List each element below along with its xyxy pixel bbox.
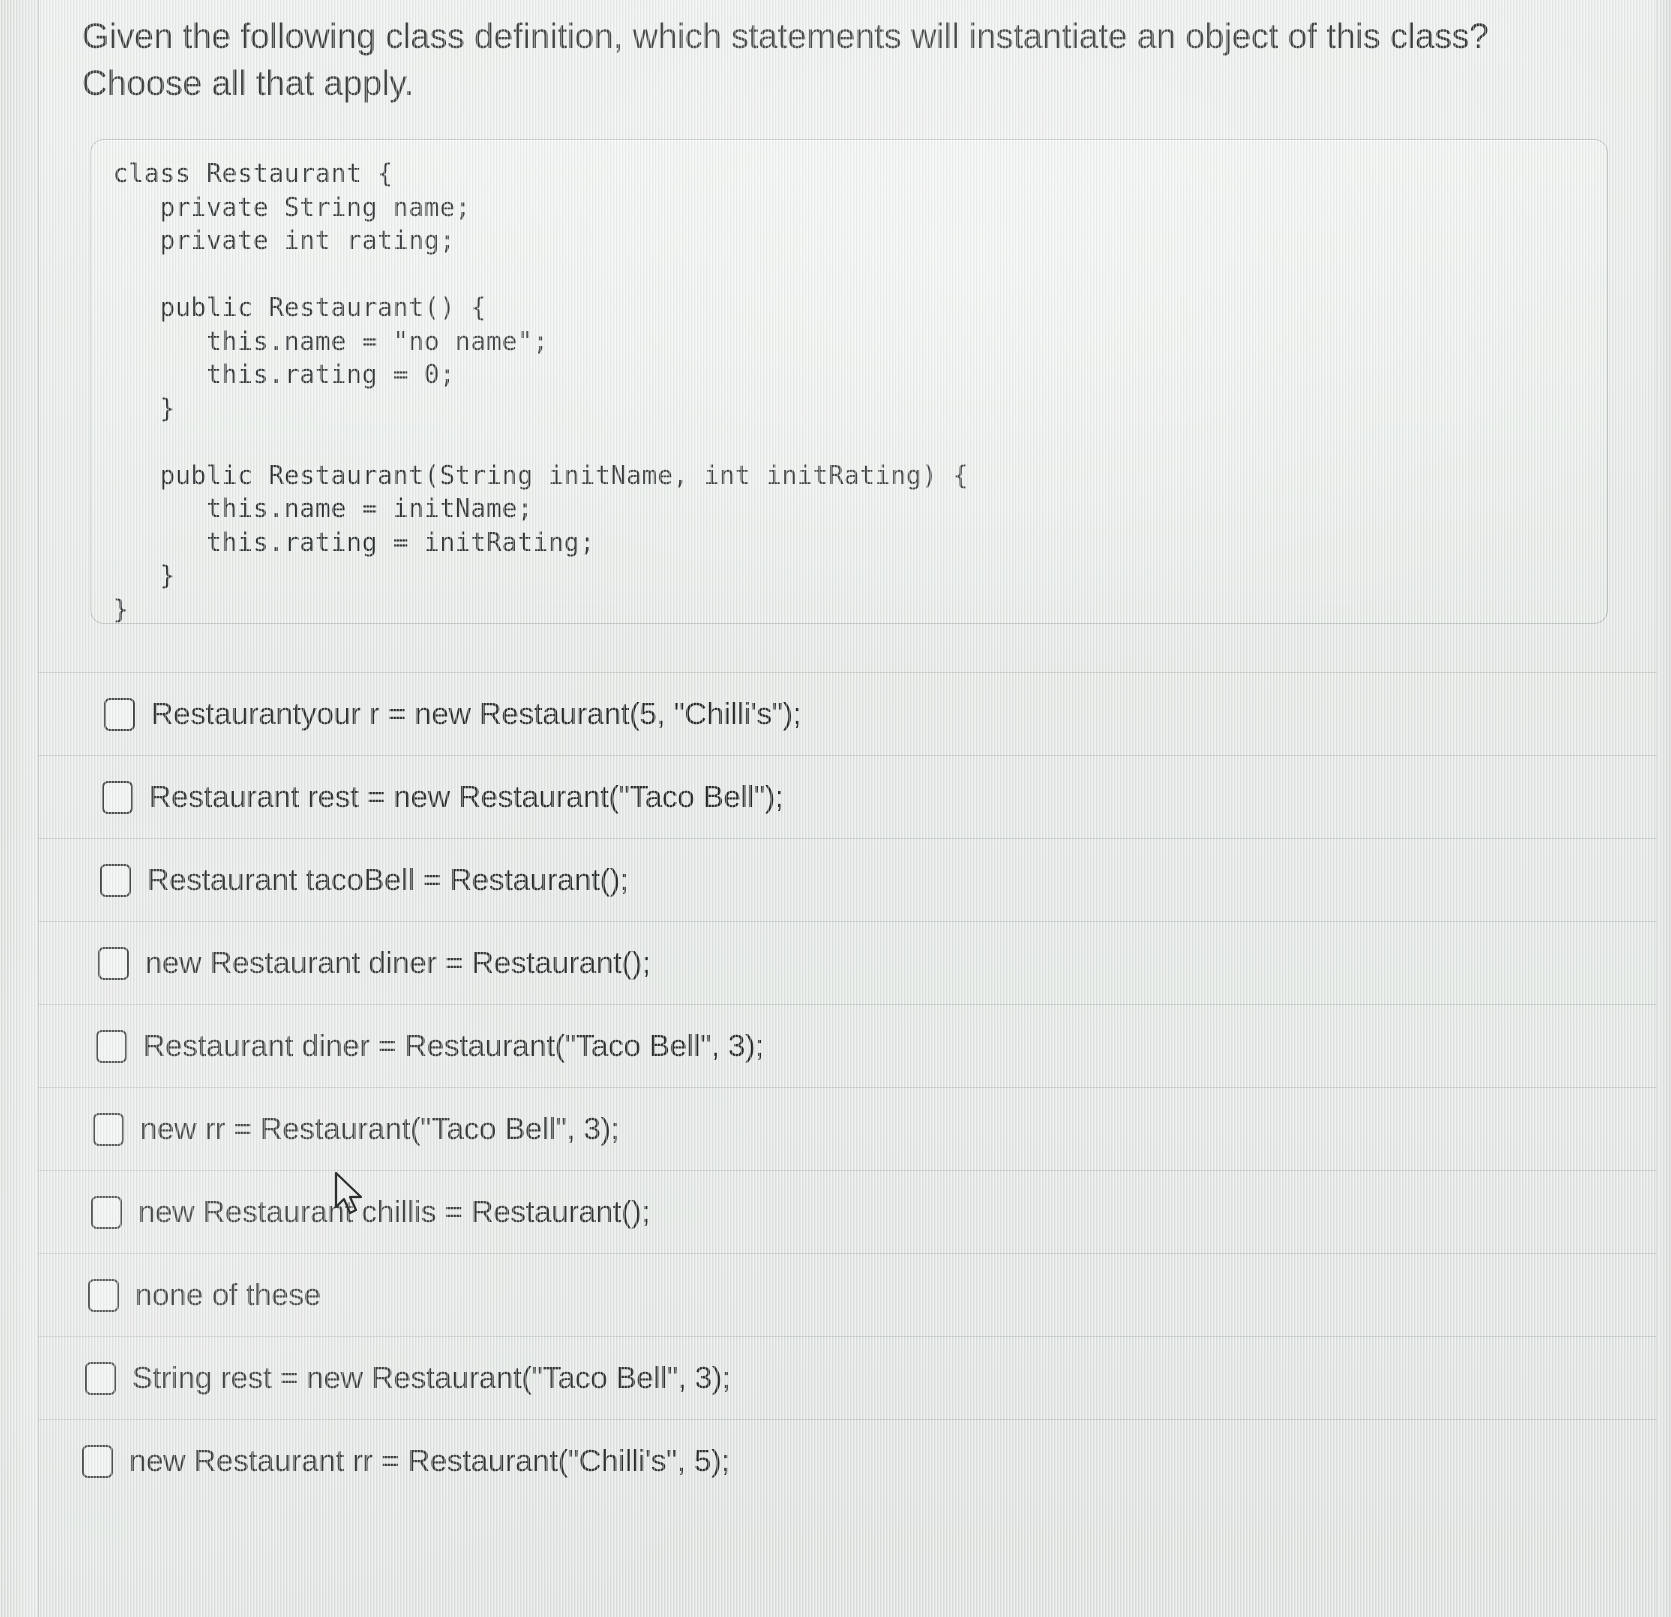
screen-edge-line-right — [1656, 0, 1657, 1617]
answer-option-row[interactable]: Restaurant rest = new Restaurant("Taco B… — [10, 755, 1671, 838]
answer-option-checkbox[interactable] — [96, 1029, 127, 1063]
answer-option-label: String rest = new Restaurant("Taco Bell"… — [132, 1360, 731, 1396]
answer-option-label: new rr = Restaurant("Taco Bell", 3); — [140, 1111, 620, 1147]
answer-options-list: Restaurantyour r = new Restaurant(5, "Ch… — [0, 672, 1671, 1502]
answer-option-label: Restaurant rest = new Restaurant("Taco B… — [149, 779, 784, 815]
answer-option-label: Restaurant tacoBell = Restaurant(); — [147, 862, 629, 898]
answer-option-row[interactable]: Restaurantyour r = new Restaurant(5, "Ch… — [12, 672, 1671, 755]
answer-option-row[interactable]: new rr = Restaurant("Taco Bell", 3); — [1, 1087, 1671, 1170]
answer-option-row[interactable]: new Restaurant rr = Restaurant("Chilli's… — [0, 1419, 1661, 1502]
answer-option-label: Restaurantyour r = new Restaurant(5, "Ch… — [151, 696, 802, 732]
question-prompt: Given the following class definition, wh… — [82, 17, 1489, 103]
answer-option-row[interactable]: new Restaurant diner = Restaurant(); — [6, 921, 1671, 1004]
answer-option-row[interactable]: none of these — [0, 1253, 1667, 1336]
answer-option-checkbox[interactable] — [91, 1195, 122, 1229]
code-block-panel: class Restaurant { private String name; … — [90, 139, 1608, 625]
answer-option-checkbox[interactable] — [85, 1361, 116, 1395]
answer-option-label: Restaurant diner = Restaurant("Taco Bell… — [143, 1028, 764, 1064]
screen-edge-line-left — [38, 0, 39, 1617]
answer-option-row[interactable]: Restaurant tacoBell = Restaurant(); — [8, 838, 1671, 921]
answer-option-checkbox[interactable] — [88, 1278, 119, 1312]
answer-option-row[interactable]: Restaurant diner = Restaurant("Taco Bell… — [4, 1004, 1671, 1087]
answer-option-row[interactable]: new Restaurant chillis = Restaurant(); — [0, 1170, 1670, 1253]
class-definition-code: class Restaurant { private String name; … — [113, 159, 969, 625]
answer-option-label: new Restaurant diner = Restaurant(); — [145, 945, 651, 981]
answer-option-row[interactable]: String rest = new Restaurant("Taco Bell"… — [0, 1336, 1664, 1419]
answer-option-checkbox[interactable] — [100, 863, 131, 897]
answer-option-checkbox[interactable] — [104, 697, 135, 731]
answer-option-label: new Restaurant rr = Restaurant("Chilli's… — [129, 1443, 730, 1479]
answer-option-checkbox[interactable] — [93, 1112, 124, 1146]
answer-option-checkbox[interactable] — [98, 946, 129, 980]
answer-option-label: none of these — [135, 1277, 321, 1313]
screen-photo: Given the following class definition, wh… — [0, 0, 1671, 1617]
answer-option-checkbox[interactable] — [82, 1444, 113, 1478]
answer-option-label: new Restaurant chillis = Restaurant(); — [138, 1194, 651, 1230]
answer-option-checkbox[interactable] — [102, 780, 133, 814]
